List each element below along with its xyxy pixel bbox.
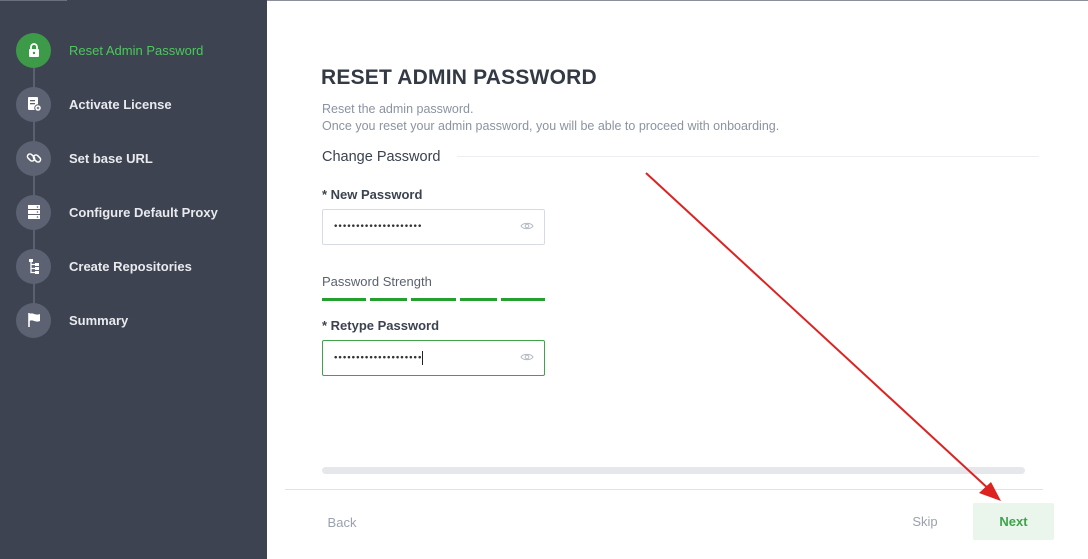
password-strength-label: Password Strength — [322, 274, 432, 289]
strength-segment — [501, 298, 545, 301]
main-panel: RESET ADMIN PASSWORD Reset the admin pas… — [267, 0, 1088, 559]
strength-segment — [411, 298, 456, 301]
sidebar-step-create-repositories[interactable]: Create Repositories — [16, 248, 266, 284]
lock-icon — [16, 32, 51, 68]
onboarding-sidebar: Reset Admin Password Activate License Se… — [0, 0, 267, 559]
repository-icon — [16, 248, 51, 284]
sidebar-step-label: Set base URL — [69, 150, 153, 166]
server-icon — [16, 194, 51, 230]
section-divider — [457, 156, 1039, 157]
sidebar-step-label: Configure Default Proxy — [69, 204, 218, 220]
text-caret — [422, 351, 424, 365]
sidebar-step-label: Create Repositories — [69, 258, 192, 274]
strength-segment — [460, 298, 497, 301]
password-strength-meter — [322, 298, 545, 301]
sidebar-step-label: Summary — [69, 312, 129, 328]
sidebar-step-summary[interactable]: Summary — [16, 302, 266, 338]
page-title: RESET ADMIN PASSWORD — [321, 66, 597, 89]
back-button[interactable]: Back — [322, 507, 362, 537]
new-password-field[interactable]: •••••••••••••••••••• — [322, 209, 545, 245]
section-title-change-password: Change Password — [322, 149, 441, 165]
retype-password-value-wrap: •••••••••••••••••••• — [333, 351, 520, 365]
eye-icon[interactable] — [520, 218, 534, 236]
sidebar-step-reset-admin-password[interactable]: Reset Admin Password — [16, 32, 266, 68]
sidebar-top-divider — [0, 0, 67, 1]
sidebar-step-configure-default-proxy[interactable]: Configure Default Proxy — [16, 194, 266, 230]
flag-icon — [16, 302, 51, 338]
subtitle-line: Once you reset your admin password, you … — [322, 119, 780, 133]
strength-segment — [370, 298, 407, 301]
sidebar-step-label: Activate License — [69, 96, 172, 112]
eye-icon[interactable] — [520, 349, 534, 367]
new-password-value: •••••••••••••••••••• — [333, 222, 422, 232]
retype-password-label: * Retype Password — [322, 318, 440, 333]
next-button[interactable]: Next — [973, 503, 1054, 540]
page-subtitle: Reset the admin password. Once you reset… — [322, 101, 779, 135]
license-icon — [16, 86, 51, 122]
subtitle-line: Reset the admin password. — [322, 102, 474, 116]
sidebar-step-activate-license[interactable]: Activate License — [16, 86, 266, 122]
horizontal-scrollbar[interactable] — [322, 467, 1025, 474]
sidebar-step-label: Reset Admin Password — [69, 42, 204, 58]
skip-button[interactable]: Skip — [903, 506, 947, 536]
sidebar-step-set-base-url[interactable]: Set base URL — [16, 140, 266, 176]
link-icon — [16, 140, 51, 176]
new-password-label: * New Password — [322, 187, 423, 202]
strength-segment — [322, 298, 366, 301]
retype-password-value: •••••••••••••••••••• — [333, 353, 422, 364]
footer-divider — [285, 489, 1043, 490]
retype-password-field[interactable]: •••••••••••••••••••• — [322, 340, 545, 376]
